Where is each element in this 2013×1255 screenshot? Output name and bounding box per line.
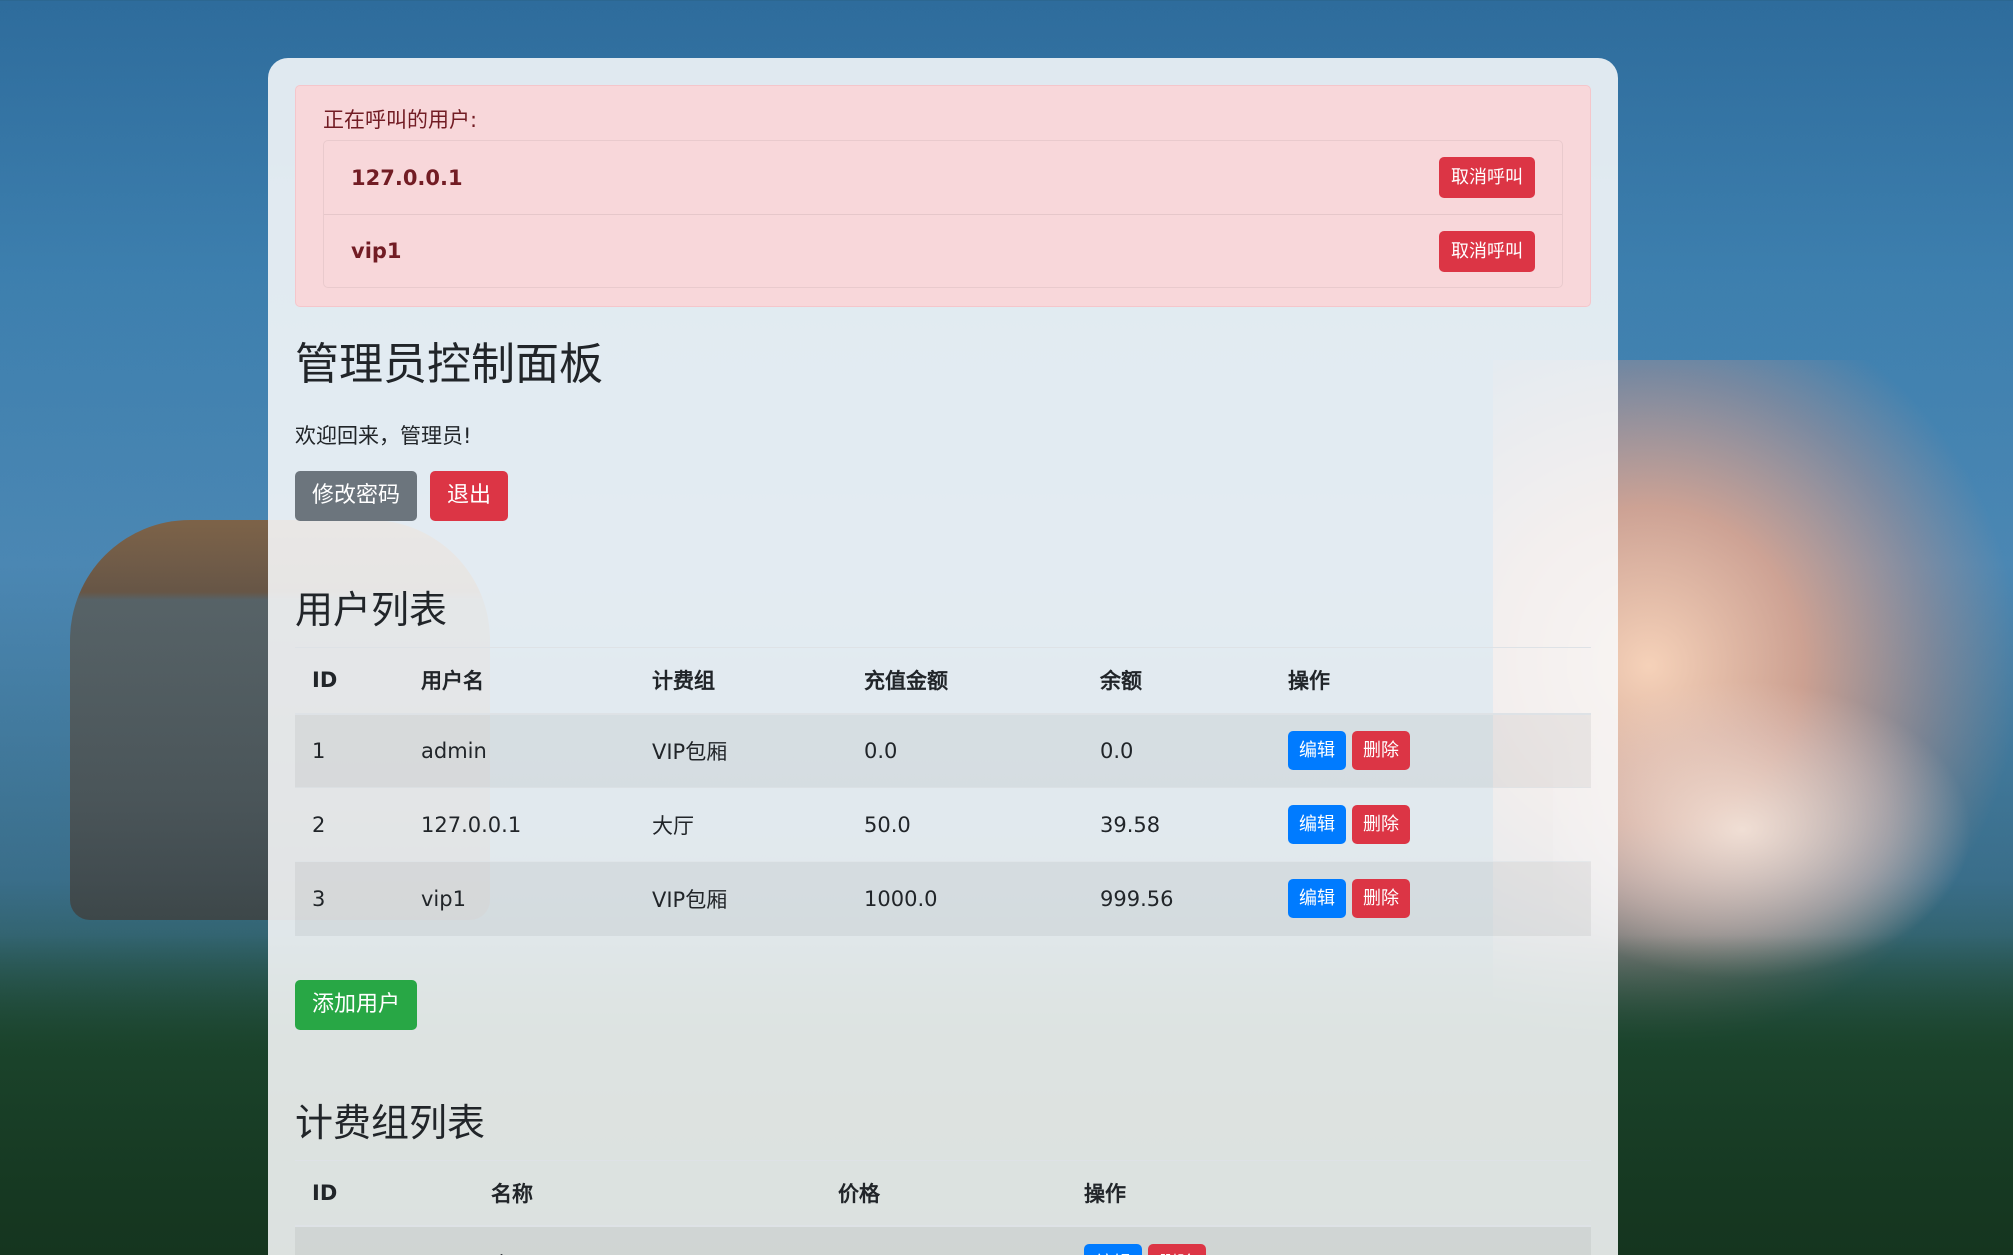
page-title: 管理员控制面板 [295, 339, 603, 390]
cell-id: 1 [295, 1225, 474, 1255]
column-header-id: ID [295, 647, 404, 715]
cell-price: 5.0 [821, 1225, 1067, 1255]
edit-user-button[interactable]: 编辑 [1288, 805, 1346, 844]
users-section: 用户列表 ID 用户名 计费组 充值金额 余额 操作 1 admin VIP包厢… [295, 583, 1591, 1030]
column-header-name: 名称 [474, 1159, 821, 1227]
delete-group-button[interactable]: 删除 [1148, 1244, 1206, 1255]
billing-groups-section: 计费组列表 ID 名称 价格 操作 1 大厅 5.0 [295, 1096, 1591, 1255]
add-user-wrap: 添加用户 [295, 979, 1591, 1030]
cell-recharge: 0.0 [847, 713, 1083, 788]
cancel-call-button[interactable]: 取消呼叫 [1439, 230, 1535, 272]
calling-users-list: 127.0.0.1 取消呼叫 vip1 取消呼叫 [323, 140, 1563, 288]
cell-username: 127.0.0.1 [404, 787, 635, 862]
cell-group: VIP包厢 [635, 713, 847, 788]
edit-user-button[interactable]: 编辑 [1288, 731, 1346, 771]
column-header-actions: 操作 [1271, 647, 1591, 715]
table-row: 1 大厅 5.0 编辑删除 [295, 1225, 1591, 1255]
account-actions: 修改密码 退出 [295, 471, 1591, 521]
cell-balance: 0.0 [1083, 713, 1271, 788]
cell-actions: 编辑删除 [1271, 787, 1591, 862]
cell-id: 3 [295, 861, 404, 936]
billing-groups-section-title: 计费组列表 [295, 1100, 486, 1145]
calling-users-title: 正在呼叫的用户: [323, 108, 478, 132]
cell-group: VIP包厢 [635, 861, 847, 936]
welcome-message: 欢迎回来，管理员! [295, 424, 472, 448]
cell-group: 大厅 [635, 787, 847, 862]
delete-user-button[interactable]: 删除 [1352, 731, 1410, 771]
calling-user-item: 127.0.0.1 取消呼叫 [324, 141, 1562, 214]
change-password-button[interactable]: 修改密码 [295, 471, 418, 521]
column-header-group: 计费组 [635, 647, 847, 715]
edit-user-button[interactable]: 编辑 [1288, 879, 1346, 919]
cell-recharge: 50.0 [847, 787, 1083, 862]
add-user-button[interactable]: 添加用户 [295, 979, 418, 1030]
calling-user-item: vip1 取消呼叫 [324, 214, 1562, 287]
column-header-id: ID [295, 1159, 474, 1227]
calling-user-name: vip1 [351, 239, 402, 263]
edit-group-button[interactable]: 编辑 [1084, 1244, 1142, 1255]
cell-balance: 39.58 [1083, 787, 1271, 862]
cell-id: 1 [295, 713, 404, 788]
billing-groups-table-header: ID 名称 价格 操作 [295, 1159, 1591, 1227]
cell-actions: 编辑删除 [1067, 1225, 1591, 1255]
users-table-header: ID 用户名 计费组 充值金额 余额 操作 [295, 647, 1591, 715]
billing-groups-table: ID 名称 价格 操作 1 大厅 5.0 编辑删除 [295, 1159, 1591, 1255]
cell-name: 大厅 [474, 1225, 821, 1255]
users-table: ID 用户名 计费组 充值金额 余额 操作 1 admin VIP包厢 0.0 … [295, 647, 1591, 936]
table-row: 1 admin VIP包厢 0.0 0.0 编辑 删除 [295, 713, 1591, 788]
cell-actions: 编辑删除 [1271, 861, 1591, 936]
logout-button[interactable]: 退出 [430, 471, 509, 521]
column-header-recharge: 充值金额 [847, 647, 1083, 715]
cancel-call-button[interactable]: 取消呼叫 [1439, 157, 1535, 198]
column-header-price: 价格 [821, 1159, 1067, 1227]
table-row: 3 vip1 VIP包厢 1000.0 999.56 编辑 删除 [295, 861, 1591, 936]
calling-user-name: 127.0.0.1 [351, 165, 463, 190]
calling-users-alert: 正在呼叫的用户: 127.0.0.1 取消呼叫 vip1 取消呼叫 [295, 85, 1591, 307]
table-row: 2 127.0.0.1 大厅 50.0 39.58 编辑 删除 [295, 787, 1591, 862]
cell-username: vip1 [404, 861, 635, 936]
users-section-title: 用户列表 [295, 588, 448, 632]
delete-user-button[interactable]: 删除 [1352, 879, 1410, 919]
cell-username: admin [404, 713, 635, 788]
column-header-balance: 余额 [1083, 647, 1271, 715]
delete-user-button[interactable]: 删除 [1352, 805, 1410, 844]
cell-balance: 999.56 [1083, 861, 1271, 936]
cell-id: 2 [295, 787, 404, 862]
cell-actions: 编辑删除 [1271, 713, 1591, 788]
cell-recharge: 1000.0 [847, 861, 1083, 936]
main-panel: 正在呼叫的用户: 127.0.0.1 取消呼叫 vip1 取消呼叫 管理员控制面… [268, 58, 1618, 1255]
column-header-actions: 操作 [1067, 1159, 1591, 1227]
column-header-username: 用户名 [404, 647, 635, 715]
